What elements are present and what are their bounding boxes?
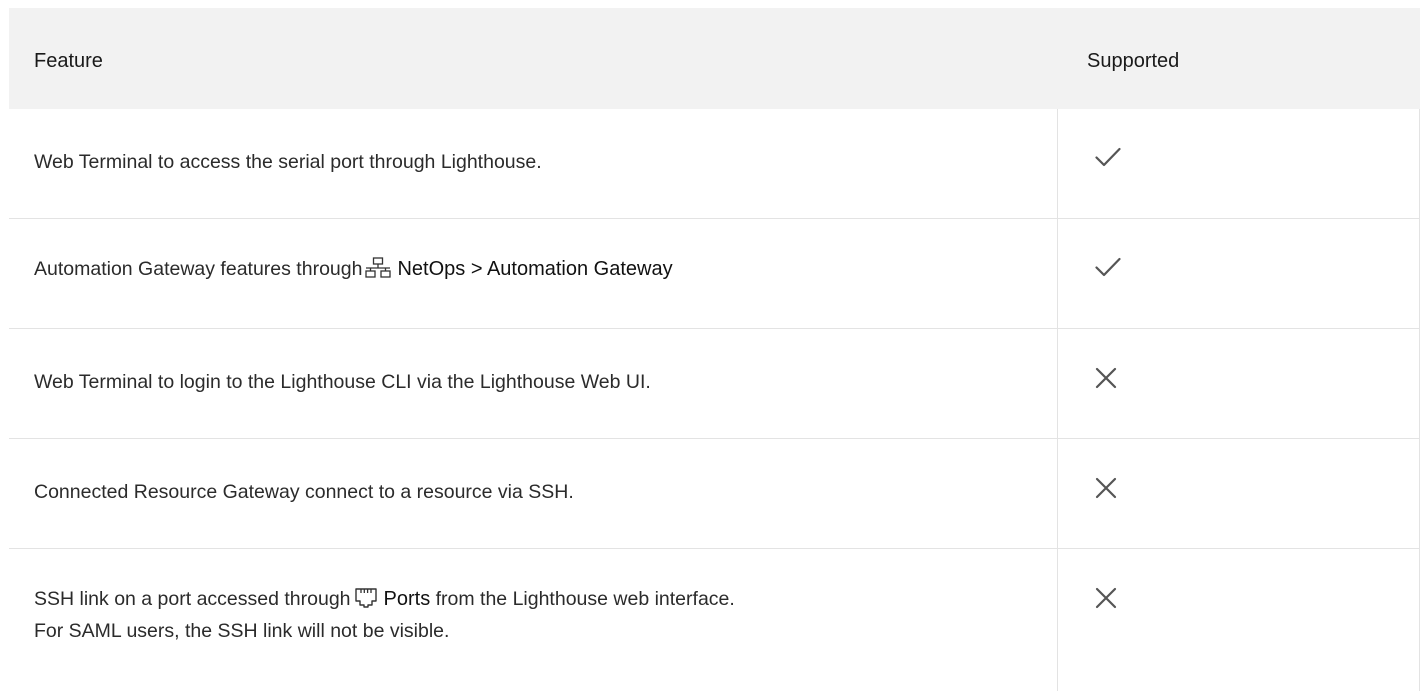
feature-text-line2: For SAML users, the SSH link will not be… [34, 620, 450, 642]
table-row: Web Terminal to access the serial port t… [9, 109, 1420, 219]
feature-text: Web Terminal to login to the Lighthouse … [34, 371, 651, 393]
supported-cell [1058, 549, 1420, 691]
feature-support-table: Feature Supported Web Terminal to access… [9, 8, 1420, 691]
header-cell-supported: Supported [1058, 8, 1420, 109]
netops-automation-gateway-link[interactable]: NetOps > Automation Gateway [397, 258, 672, 280]
feature-cell: Web Terminal to login to the Lighthouse … [9, 329, 1058, 438]
feature-text: Web Terminal to access the serial port t… [34, 151, 542, 173]
feature-cell: SSH link on a port accessed through Port… [9, 549, 1058, 691]
feature-cell: Connected Resource Gateway connect to a … [9, 439, 1058, 548]
network-topology-icon [365, 257, 392, 278]
feature-cell: Web Terminal to access the serial port t… [9, 109, 1058, 218]
feature-text: Automation Gateway features through NetO… [34, 253, 1037, 285]
header-supported-label: Supported [1087, 50, 1180, 72]
table-row: Connected Resource Gateway connect to a … [9, 439, 1420, 549]
table-row: SSH link on a port accessed through Port… [9, 549, 1420, 691]
table-row: Web Terminal to login to the Lighthouse … [9, 329, 1420, 439]
ports-link[interactable]: Ports [384, 588, 431, 610]
cross-icon [1095, 587, 1117, 609]
feature-text-suffix: from the Lighthouse web interface. [435, 588, 735, 610]
ethernet-port-icon [354, 588, 377, 608]
header-cell-feature: Feature [9, 8, 1058, 109]
header-feature-label: Feature [34, 50, 103, 72]
feature-cell: Automation Gateway features through NetO… [9, 219, 1058, 328]
table-row: Automation Gateway features through NetO… [9, 219, 1420, 329]
cross-icon [1095, 477, 1117, 499]
checkmark-icon [1095, 147, 1121, 167]
supported-cell [1058, 109, 1420, 218]
cross-icon [1095, 367, 1117, 389]
supported-cell [1058, 219, 1420, 328]
supported-cell [1058, 439, 1420, 548]
feature-text: SSH link on a port accessed through Port… [34, 583, 1037, 647]
table-header-row: Feature Supported [9, 8, 1420, 109]
checkmark-icon [1095, 257, 1121, 277]
feature-text: Connected Resource Gateway connect to a … [34, 481, 574, 503]
feature-text-prefix: SSH link on a port accessed through [34, 588, 351, 610]
supported-cell [1058, 329, 1420, 438]
feature-text-prefix: Automation Gateway features through [34, 258, 363, 280]
